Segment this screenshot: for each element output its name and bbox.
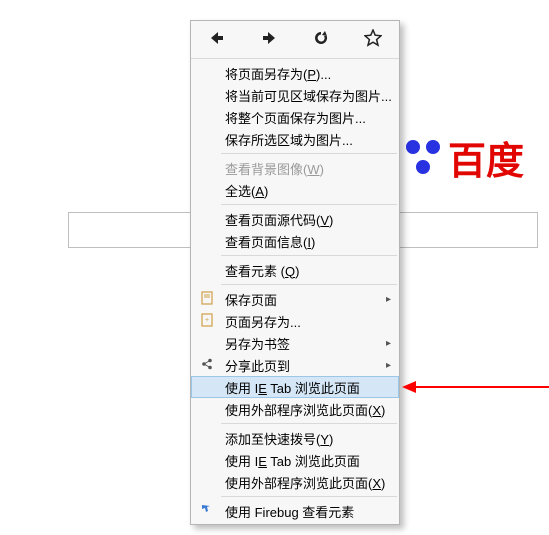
menu-item-1[interactable]: 将当前可见区域保存为图片... bbox=[191, 84, 399, 106]
menu-item-label: 使用外部程序浏览此页面(X) bbox=[225, 400, 385, 419]
menu-item-label: 分享此页到 bbox=[225, 356, 290, 375]
separator bbox=[221, 204, 397, 205]
menu-item-5: 查看背景图像(W) bbox=[191, 157, 399, 179]
menu-item-label: 查看页面源代码(V) bbox=[225, 210, 333, 229]
menu-item-label: 使用 IE Tab 浏览此页面 bbox=[225, 451, 360, 470]
menu-item-label: 将页面另存为(P)... bbox=[225, 64, 331, 83]
brand-logo: 百度 bbox=[404, 130, 524, 185]
menu-item-6[interactable]: 全选(A) bbox=[191, 179, 399, 201]
share-icon bbox=[199, 357, 215, 374]
menu-item-16[interactable]: 分享此页到 bbox=[191, 354, 399, 376]
annotation-arrow bbox=[402, 378, 549, 396]
brand-text: 百度 bbox=[448, 130, 524, 185]
menu-item-label: 另存为书签 bbox=[225, 334, 290, 353]
menu-item-label: 页面另存为... bbox=[225, 312, 301, 331]
menu-item-0[interactable]: 将页面另存为(P)... bbox=[191, 62, 399, 84]
menu-item-3[interactable]: 保存所选区域为图片... bbox=[191, 128, 399, 150]
separator bbox=[221, 153, 397, 154]
separator bbox=[221, 284, 397, 285]
menu-item-label: 全选(A) bbox=[225, 181, 268, 200]
menu-item-11[interactable]: 查看元素 (Q) bbox=[191, 259, 399, 281]
paw-icon bbox=[404, 138, 444, 178]
menu-item-label: 添加至快速拨号(Y) bbox=[225, 429, 333, 448]
menu-item-label: 使用外部程序浏览此页面(X) bbox=[225, 473, 385, 492]
menu-item-21[interactable]: 使用 IE Tab 浏览此页面 bbox=[191, 449, 399, 471]
star-icon[interactable] bbox=[361, 29, 385, 50]
menu-item-label: 保存页面 bbox=[225, 290, 277, 309]
menu-item-8[interactable]: 查看页面源代码(V) bbox=[191, 208, 399, 230]
menu-item-label: 使用 IE Tab 浏览此页面 bbox=[225, 378, 360, 397]
menu-item-label: 保存所选区域为图片... bbox=[225, 130, 353, 149]
forward-arrow-icon[interactable] bbox=[257, 30, 281, 49]
menu-item-24[interactable]: 使用 Firebug 查看元素 bbox=[191, 500, 399, 522]
nav-row bbox=[191, 21, 399, 59]
menu-item-2[interactable]: 将整个页面保存为图片... bbox=[191, 106, 399, 128]
inspect-icon bbox=[199, 503, 215, 520]
menu-item-13[interactable]: 保存页面 bbox=[191, 288, 399, 310]
svg-text:+: + bbox=[205, 317, 209, 324]
menu-item-15[interactable]: 另存为书签 bbox=[191, 332, 399, 354]
menu-item-14[interactable]: + 页面另存为... bbox=[191, 310, 399, 332]
menu-item-18[interactable]: 使用外部程序浏览此页面(X) bbox=[191, 398, 399, 420]
menu-item-17[interactable]: 使用 IE Tab 浏览此页面 bbox=[191, 376, 399, 398]
save-as-icon: + bbox=[199, 313, 215, 330]
menu-item-label: 查看背景图像(W) bbox=[225, 159, 324, 178]
menu-item-label: 将整个页面保存为图片... bbox=[225, 108, 366, 127]
menu-item-label: 查看页面信息(I) bbox=[225, 232, 315, 251]
menu-item-9[interactable]: 查看页面信息(I) bbox=[191, 230, 399, 252]
menu-item-label: 使用 Firebug 查看元素 bbox=[225, 502, 354, 521]
separator bbox=[221, 423, 397, 424]
separator bbox=[221, 255, 397, 256]
save-page-icon bbox=[199, 291, 215, 308]
back-arrow-icon[interactable] bbox=[205, 30, 229, 49]
menu-item-label: 查看元素 (Q) bbox=[225, 261, 299, 280]
context-menu: 将页面另存为(P)... 将当前可见区域保存为图片... 将整个页面保存为图片...… bbox=[190, 20, 400, 525]
menu-item-label: 将当前可见区域保存为图片... bbox=[225, 86, 392, 105]
menu-item-20[interactable]: 添加至快速拨号(Y) bbox=[191, 427, 399, 449]
reload-icon[interactable] bbox=[309, 29, 333, 50]
separator bbox=[221, 496, 397, 497]
menu-item-22[interactable]: 使用外部程序浏览此页面(X) bbox=[191, 471, 399, 493]
